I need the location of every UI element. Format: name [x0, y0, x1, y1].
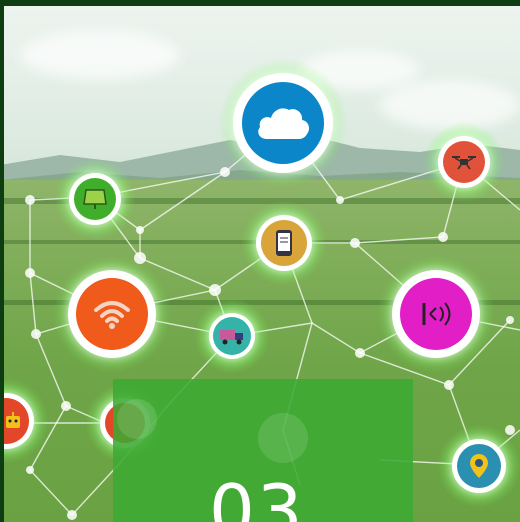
smartphone-icon [276, 230, 292, 256]
delivery-truck-icon [220, 330, 243, 345]
location-pin-icon [470, 454, 488, 478]
hero-image: 03 [0, 0, 520, 522]
nfc-signal-icon [422, 302, 451, 326]
smartphone-node [242, 201, 326, 285]
wifi-node [54, 256, 170, 372]
drone-node [424, 122, 504, 202]
step-number: 03 [209, 469, 305, 522]
wifi-icon [94, 301, 130, 329]
step-number-card: 03 [113, 379, 413, 522]
top-border [0, 0, 520, 6]
solar-node [55, 159, 135, 239]
truck-node [195, 299, 269, 373]
left-border [0, 0, 4, 522]
solar-panel-icon [83, 189, 107, 209]
chart-icon [258, 413, 308, 463]
location-node [438, 425, 520, 507]
robot-node [0, 379, 48, 463]
nfc-node [378, 256, 494, 372]
ghost-node [117, 399, 157, 439]
drone-icon [452, 156, 476, 170]
cloud-icon [258, 108, 310, 139]
cloud-node [219, 59, 347, 187]
robot-icon [6, 412, 20, 428]
